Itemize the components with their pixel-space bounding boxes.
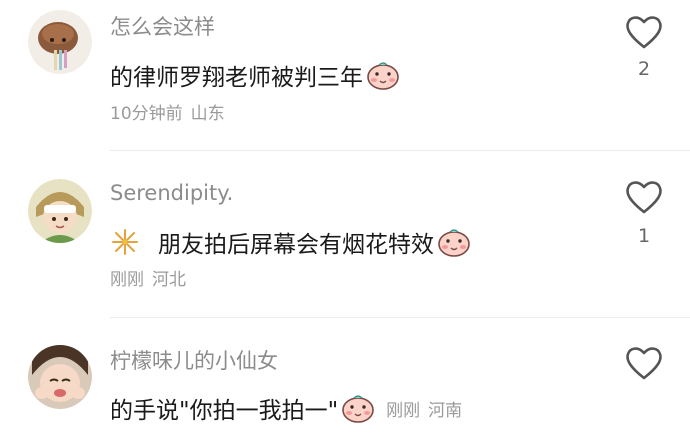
comment-time: 10分钟前 (110, 104, 183, 124)
heart-icon[interactable] (624, 345, 664, 381)
like-count: 2 (637, 58, 651, 80)
comment-location: 河北 (152, 270, 186, 290)
comment-text-content: 朋友拍后屏幕会有烟花特效 (158, 232, 434, 258)
comment-text-content: 的手说"你拍一我拍一" (110, 398, 339, 424)
comment-meta: 刚刚 河北 (110, 265, 186, 290)
comment-location: 山东 (190, 104, 225, 124)
comment-item: 柠檬味儿的小仙女 的手说"你拍一我拍一" 刚刚 河南 (0, 333, 690, 448)
blushing-face-icon (436, 227, 472, 257)
comment-location: 河南 (428, 400, 463, 421)
username[interactable]: 怎么会这样 (110, 11, 215, 41)
divider (110, 317, 690, 318)
comment-meta: 刚刚 河南 (386, 396, 462, 421)
username[interactable]: Serendipity. (110, 181, 233, 205)
comment-time: 刚刚 (386, 400, 421, 421)
username[interactable]: 柠檬味儿的小仙女 (110, 345, 278, 375)
comment-text: 的手说"你拍一我拍一" 刚刚 河南 (110, 391, 462, 425)
avatar[interactable] (28, 10, 92, 74)
divider (110, 150, 690, 151)
comment-item: Serendipity. 朋友拍后屏幕会有烟花特效 刚刚 河北 1 (0, 167, 690, 317)
like-count: 1 (637, 225, 651, 247)
blushing-face-icon (365, 60, 401, 90)
firework-icon (112, 229, 138, 255)
comment-text: 朋友拍后屏幕会有烟花特效 (110, 225, 472, 259)
comment-text: 的律师罗翔老师被判三年 (110, 58, 401, 92)
comment-text-content: 的律师罗翔老师被判三年 (110, 65, 363, 91)
heart-icon[interactable] (624, 179, 664, 215)
avatar[interactable] (28, 345, 92, 409)
avatar[interactable] (28, 179, 92, 243)
comment-time: 刚刚 (110, 270, 144, 290)
blushing-face-icon (340, 393, 376, 423)
comment-item: 怎么会这样 的律师罗翔老师被判三年 10分钟前 山东 2 (0, 0, 690, 150)
comment-meta: 10分钟前 山东 (110, 99, 225, 124)
heart-icon[interactable] (624, 14, 664, 50)
